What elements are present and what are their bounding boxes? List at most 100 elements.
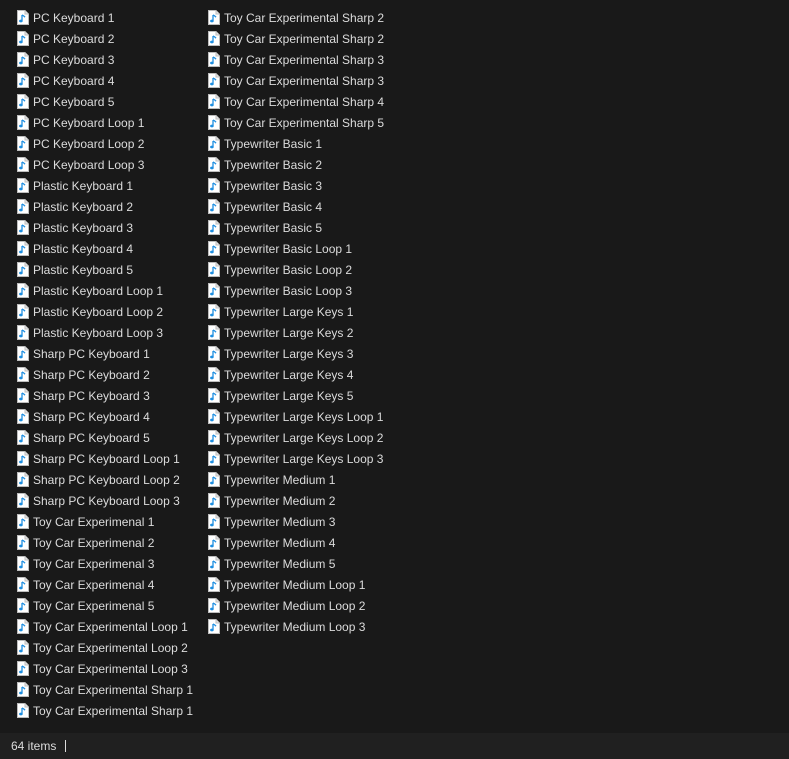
file-name-label: Sharp PC Keyboard Loop 3: [33, 493, 180, 508]
file-list-pane[interactable]: PC Keyboard 1 PC Keyboard 2 PC Keyboard 3 P…: [0, 0, 789, 733]
file-item[interactable]: Plastic Keyboard Loop 1: [16, 280, 202, 301]
file-item[interactable]: Typewriter Basic 4: [207, 196, 393, 217]
file-item[interactable]: Plastic Keyboard 5: [16, 259, 202, 280]
file-name-label: Typewriter Medium 5: [224, 556, 336, 571]
file-item[interactable]: Sharp PC Keyboard 5: [16, 427, 202, 448]
file-item[interactable]: Typewriter Medium Loop 1: [207, 574, 393, 595]
audio-file-icon: [17, 577, 29, 592]
file-item[interactable]: Typewriter Medium 4: [207, 532, 393, 553]
file-item[interactable]: Typewriter Large Keys 1: [207, 301, 393, 322]
file-name-label: Toy Car Experimental Sharp 3: [224, 73, 385, 88]
file-item[interactable]: Sharp PC Keyboard 2: [16, 364, 202, 385]
file-name-label: Sharp PC Keyboard 4: [33, 409, 150, 424]
audio-file-icon: [17, 367, 29, 382]
file-name-label: PC Keyboard Loop 2: [33, 136, 145, 151]
file-item[interactable]: PC Keyboard Loop 3: [16, 154, 202, 175]
file-item[interactable]: Toy Car Experimental Sharp 1: [16, 700, 202, 721]
file-item[interactable]: Toy Car Experimenal 5: [16, 595, 202, 616]
file-item[interactable]: PC Keyboard 4: [16, 70, 202, 91]
audio-file-icon: [17, 535, 29, 550]
file-item[interactable]: Typewriter Large Keys Loop 3: [207, 448, 393, 469]
audio-file-icon: [208, 10, 220, 25]
file-item[interactable]: Typewriter Medium 1: [207, 469, 393, 490]
file-item[interactable]: Plastic Keyboard 2: [16, 196, 202, 217]
file-item[interactable]: Toy Car Experimental Sharp 2: [207, 28, 393, 49]
file-item[interactable]: Toy Car Experimental Sharp 5: [207, 112, 393, 133]
file-item[interactable]: Typewriter Basic 3: [207, 175, 393, 196]
file-item[interactable]: PC Keyboard 1: [16, 7, 202, 28]
file-item[interactable]: Typewriter Large Keys 3: [207, 343, 393, 364]
file-item[interactable]: Typewriter Basic 1: [207, 133, 393, 154]
file-item[interactable]: Plastic Keyboard Loop 3: [16, 322, 202, 343]
file-item[interactable]: Toy Car Experimental Sharp 4: [207, 91, 393, 112]
file-item[interactable]: Sharp PC Keyboard 3: [16, 385, 202, 406]
file-item[interactable]: Typewriter Basic Loop 3: [207, 280, 393, 301]
audio-file-icon: [208, 52, 220, 67]
file-item[interactable]: Toy Car Experimenal 3: [16, 553, 202, 574]
file-item[interactable]: Sharp PC Keyboard Loop 3: [16, 490, 202, 511]
file-item[interactable]: Sharp PC Keyboard 1: [16, 343, 202, 364]
file-name-label: PC Keyboard 1: [33, 10, 115, 25]
file-item[interactable]: Typewriter Basic Loop 1: [207, 238, 393, 259]
file-name-label: Typewriter Large Keys Loop 2: [224, 430, 384, 445]
file-item[interactable]: Toy Car Experimenal 4: [16, 574, 202, 595]
file-name-label: Toy Car Experimenal 4: [33, 577, 155, 592]
file-item[interactable]: Typewriter Large Keys 4: [207, 364, 393, 385]
audio-file-icon: [208, 430, 220, 445]
status-bar: 64 items: [0, 733, 789, 759]
file-name-label: Typewriter Large Keys 5: [224, 388, 354, 403]
file-item[interactable]: PC Keyboard Loop 2: [16, 133, 202, 154]
audio-file-icon: [208, 598, 220, 613]
audio-file-icon: [17, 241, 29, 256]
file-item[interactable]: PC Keyboard 3: [16, 49, 202, 70]
file-item[interactable]: Typewriter Basic Loop 2: [207, 259, 393, 280]
file-item[interactable]: Plastic Keyboard Loop 2: [16, 301, 202, 322]
file-item[interactable]: Toy Car Experimental Loop 3: [16, 658, 202, 679]
file-item[interactable]: Sharp PC Keyboard 4: [16, 406, 202, 427]
audio-file-icon: [17, 430, 29, 445]
file-item[interactable]: Typewriter Large Keys 5: [207, 385, 393, 406]
file-item[interactable]: Plastic Keyboard 3: [16, 217, 202, 238]
file-item[interactable]: Sharp PC Keyboard Loop 2: [16, 469, 202, 490]
file-name-label: Toy Car Experimental Sharp 3: [224, 52, 385, 67]
file-item[interactable]: Typewriter Medium 5: [207, 553, 393, 574]
file-item[interactable]: PC Keyboard Loop 1: [16, 112, 202, 133]
file-name-label: Typewriter Medium 2: [224, 493, 336, 508]
file-name-label: PC Keyboard 5: [33, 94, 115, 109]
file-item[interactable]: Typewriter Medium 2: [207, 490, 393, 511]
file-item[interactable]: Typewriter Medium Loop 3: [207, 616, 393, 637]
file-item[interactable]: Plastic Keyboard 1: [16, 175, 202, 196]
audio-file-icon: [208, 388, 220, 403]
file-item[interactable]: Typewriter Large Keys Loop 2: [207, 427, 393, 448]
file-name-label: Sharp PC Keyboard 5: [33, 430, 150, 445]
file-item[interactable]: PC Keyboard 2: [16, 28, 202, 49]
file-item[interactable]: Toy Car Experimental Sharp 2: [207, 7, 393, 28]
audio-file-icon: [208, 31, 220, 46]
file-item[interactable]: PC Keyboard 5: [16, 91, 202, 112]
file-name-label: Typewriter Basic 2: [224, 157, 323, 172]
file-item[interactable]: Typewriter Large Keys 2: [207, 322, 393, 343]
file-item[interactable]: Typewriter Medium Loop 2: [207, 595, 393, 616]
audio-file-icon: [17, 262, 29, 277]
file-name-label: Toy Car Experimental Sharp 1: [33, 703, 194, 718]
file-item[interactable]: Toy Car Experimental Loop 1: [16, 616, 202, 637]
file-item[interactable]: Typewriter Basic 5: [207, 217, 393, 238]
file-item[interactable]: Toy Car Experimenal 2: [16, 532, 202, 553]
file-item[interactable]: Typewriter Medium 3: [207, 511, 393, 532]
file-item[interactable]: Toy Car Experimental Sharp 3: [207, 70, 393, 91]
audio-file-icon: [17, 94, 29, 109]
file-item[interactable]: Toy Car Experimental Loop 2: [16, 637, 202, 658]
file-item[interactable]: Sharp PC Keyboard Loop 1: [16, 448, 202, 469]
file-name-label: Typewriter Large Keys 4: [224, 367, 354, 382]
file-item[interactable]: Typewriter Large Keys Loop 1: [207, 406, 393, 427]
file-name-label: Sharp PC Keyboard Loop 1: [33, 451, 180, 466]
file-item[interactable]: Plastic Keyboard 4: [16, 238, 202, 259]
file-name-label: Typewriter Medium Loop 3: [224, 619, 366, 634]
file-name-label: Toy Car Experimental Loop 2: [33, 640, 188, 655]
audio-file-icon: [17, 304, 29, 319]
file-item[interactable]: Toy Car Experimental Sharp 3: [207, 49, 393, 70]
file-item[interactable]: Typewriter Basic 2: [207, 154, 393, 175]
file-item[interactable]: Toy Car Experimental Sharp 1: [16, 679, 202, 700]
file-name-label: Toy Car Experimental Sharp 2: [224, 10, 385, 25]
file-item[interactable]: Toy Car Experimenal 1: [16, 511, 202, 532]
